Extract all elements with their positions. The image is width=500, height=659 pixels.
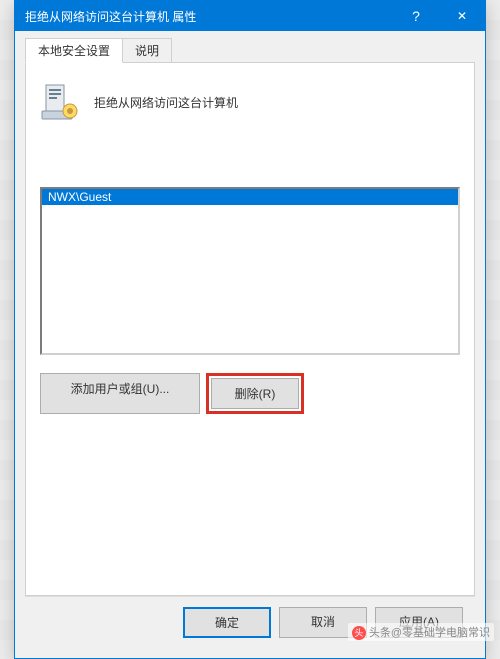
- watermark-avatar-icon: 头: [352, 626, 366, 640]
- titlebar: 拒绝从网络访问这台计算机 属性 ? ✕: [15, 1, 485, 31]
- help-icon: ?: [412, 8, 420, 24]
- button-label: 确定: [215, 616, 239, 630]
- properties-dialog: 拒绝从网络访问这台计算机 属性 ? ✕ 本地安全设置 说明: [14, 0, 486, 659]
- users-listbox[interactable]: NWX\Guest: [40, 187, 460, 355]
- highlight-box: 删除(R): [206, 373, 304, 414]
- list-buttons: 添加用户或组(U)... 删除(R): [40, 373, 460, 414]
- remove-button[interactable]: 删除(R): [211, 378, 299, 409]
- watermark: 头头条@零基础学电脑常识: [348, 623, 494, 641]
- panel-title: 拒绝从网络访问这台计算机: [94, 94, 238, 111]
- list-item[interactable]: NWX\Guest: [42, 189, 458, 205]
- tab-explanation[interactable]: 说明: [122, 38, 172, 63]
- tab-strip: 本地安全设置 说明: [25, 39, 475, 63]
- close-button[interactable]: ✕: [439, 1, 485, 31]
- button-label: 取消: [311, 615, 335, 629]
- button-label: 添加用户或组(U)...: [71, 382, 170, 396]
- watermark-text: @零基础学电脑常识: [391, 627, 490, 639]
- button-label: 删除(R): [235, 387, 276, 401]
- dialog-content: 本地安全设置 说明 拒绝从网: [15, 31, 485, 658]
- watermark-prefix: 头条: [369, 627, 391, 639]
- tab-panel: 拒绝从网络访问这台计算机 NWX\Guest 添加用户或组(U)... 删除(R…: [25, 62, 475, 596]
- tab-local-security[interactable]: 本地安全设置: [25, 38, 123, 63]
- ok-button[interactable]: 确定: [183, 607, 271, 638]
- tab-label: 本地安全设置: [38, 44, 110, 58]
- policy-icon: [40, 81, 78, 123]
- add-user-button[interactable]: 添加用户或组(U)...: [40, 373, 200, 414]
- close-icon: ✕: [457, 9, 467, 23]
- window-title: 拒绝从网络访问这台计算机 属性: [15, 8, 393, 25]
- tab-label: 说明: [135, 44, 159, 58]
- help-button[interactable]: ?: [393, 1, 439, 31]
- panel-header: 拒绝从网络访问这台计算机: [40, 81, 460, 123]
